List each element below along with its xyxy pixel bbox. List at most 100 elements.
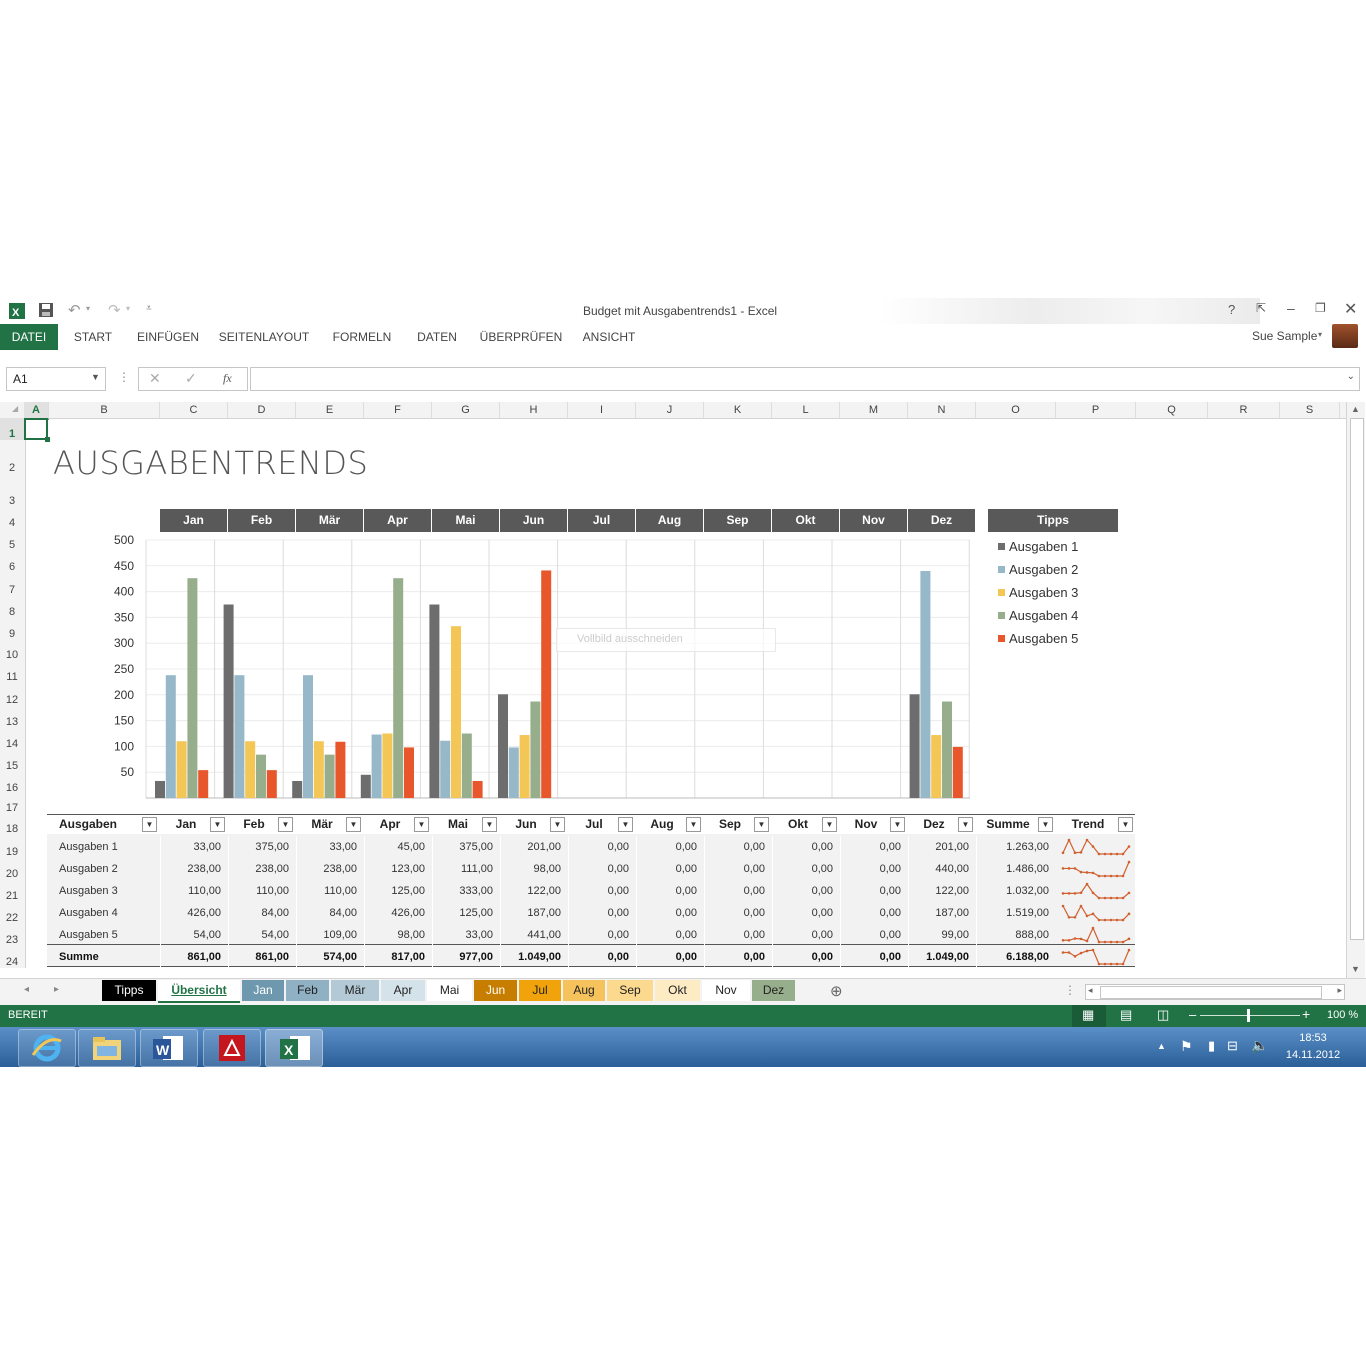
sheet-tab-9[interactable]: Aug bbox=[563, 980, 605, 1001]
row-header-1[interactable]: 1 bbox=[0, 418, 24, 440]
avatar[interactable] bbox=[1332, 324, 1358, 348]
customize-toolbar-icon[interactable]: ⩡ bbox=[146, 303, 152, 314]
table-header-12[interactable]: Dez bbox=[914, 814, 954, 834]
clock-time[interactable]: 18:53 bbox=[1285, 1032, 1341, 1044]
row-header-8[interactable]: 8 bbox=[0, 596, 24, 618]
column-header-c[interactable]: C bbox=[160, 402, 228, 418]
page-break-view-icon[interactable]: ◫ bbox=[1157, 1007, 1169, 1023]
expense-trend-chart[interactable]: 500 450 400 350 300 250 200 150 100 50 bbox=[100, 530, 980, 810]
sheet-tab-13[interactable]: Dez bbox=[752, 980, 795, 1001]
table-header-13[interactable]: Summe bbox=[982, 814, 1034, 834]
bar-ausgaben-1-mai[interactable] bbox=[429, 604, 440, 799]
table-header-8[interactable]: Aug bbox=[642, 814, 682, 834]
row-header-14[interactable]: 14 bbox=[0, 728, 24, 750]
undo-icon[interactable]: ↶ bbox=[68, 301, 81, 319]
bar-ausgaben-1-dez[interactable] bbox=[909, 694, 920, 798]
row-header-2[interactable]: 2 bbox=[0, 440, 24, 486]
filter-dropdown-button[interactable]: ▼ bbox=[210, 817, 225, 832]
filter-dropdown-button[interactable]: ▼ bbox=[822, 817, 837, 832]
row-header-20[interactable]: 20 bbox=[0, 858, 24, 880]
tab-seitenlayout[interactable]: SEITENLAYOUT bbox=[214, 324, 314, 350]
row-header-22[interactable]: 22 bbox=[0, 902, 24, 924]
tab-start[interactable]: START bbox=[64, 324, 122, 350]
table-header-10[interactable]: Okt bbox=[778, 814, 818, 834]
expand-formula-bar-icon[interactable]: ⌄ bbox=[1347, 371, 1355, 382]
taskbar-excel[interactable]: X bbox=[265, 1029, 323, 1067]
zoom-slider[interactable] bbox=[1200, 1015, 1300, 1016]
network-icon[interactable]: ⊟ bbox=[1227, 1038, 1238, 1054]
filter-dropdown-button[interactable]: ▼ bbox=[550, 817, 565, 832]
column-header-f[interactable]: F bbox=[364, 402, 432, 418]
name-box[interactable]: A1 ▼ bbox=[6, 367, 106, 391]
prev-sheet-icon[interactable]: ◂ bbox=[24, 984, 29, 995]
bar-ausgaben-1-mär[interactable] bbox=[292, 780, 303, 798]
row-header-12[interactable]: 12 bbox=[0, 684, 24, 706]
vertical-scrollbar[interactable]: ▲ ▼ bbox=[1346, 402, 1365, 978]
zoom-slider-thumb[interactable] bbox=[1247, 1009, 1250, 1022]
user-name[interactable]: Sue Sample bbox=[1252, 329, 1317, 343]
sheet-tab-12[interactable]: Nov bbox=[702, 980, 750, 1001]
tab-splitter-icon[interactable]: ⋮ bbox=[1064, 983, 1076, 997]
legend-item[interactable]: Ausgaben 4 bbox=[1009, 608, 1078, 623]
table-header-1[interactable]: Jan bbox=[166, 814, 206, 834]
column-header-l[interactable]: L bbox=[772, 402, 840, 418]
tab-einfuegen[interactable]: EINFÜGEN bbox=[130, 324, 206, 350]
bar-ausgaben-5-mai[interactable] bbox=[472, 780, 483, 798]
sheet-tab-0[interactable]: Tipps bbox=[102, 980, 156, 1001]
tipps-header[interactable]: Tipps bbox=[988, 509, 1118, 532]
row-header-19[interactable]: 19 bbox=[0, 836, 24, 858]
sheet-tab-6[interactable]: Mai bbox=[427, 980, 472, 1001]
row-header-24[interactable]: 24 bbox=[0, 946, 24, 968]
filter-dropdown-button[interactable]: ▼ bbox=[346, 817, 361, 832]
name-box-dropdown-icon[interactable]: ▼ bbox=[91, 372, 100, 382]
bar-ausgaben-2-mär[interactable] bbox=[303, 675, 313, 798]
scroll-thumb[interactable] bbox=[1350, 418, 1364, 940]
column-header-d[interactable]: D bbox=[228, 402, 296, 418]
row-header-16[interactable]: 16 bbox=[0, 772, 24, 794]
scroll-left-icon[interactable]: ◂ bbox=[1088, 985, 1093, 996]
row-header-3[interactable]: 3 bbox=[0, 486, 24, 507]
bar-ausgaben-4-dez[interactable] bbox=[942, 701, 952, 798]
filter-dropdown-button[interactable]: ▼ bbox=[278, 817, 293, 832]
formula-bar-options-icon[interactable]: ⋮ bbox=[118, 370, 130, 384]
fill-handle[interactable] bbox=[45, 437, 50, 442]
user-dropdown-icon[interactable]: ▾ bbox=[1318, 330, 1322, 339]
table-header-6[interactable]: Jun bbox=[506, 814, 546, 834]
table-header-14[interactable]: Trend bbox=[1062, 814, 1114, 834]
tab-daten[interactable]: DATEN bbox=[408, 324, 466, 350]
bar-ausgaben-1-feb[interactable] bbox=[223, 604, 234, 799]
bar-ausgaben-2-feb[interactable] bbox=[234, 675, 245, 798]
zoom-level[interactable]: 100 % bbox=[1327, 1009, 1358, 1021]
legend-item[interactable]: Ausgaben 2 bbox=[1009, 562, 1078, 577]
table-header-2[interactable]: Feb bbox=[234, 814, 274, 834]
tab-formeln[interactable]: FORMELN bbox=[324, 324, 400, 350]
taskbar-file-explorer[interactable] bbox=[78, 1029, 136, 1067]
column-header-s[interactable]: S bbox=[1280, 402, 1340, 418]
scroll-right-icon[interactable]: ▸ bbox=[1337, 985, 1342, 996]
row-header-4[interactable]: 4 bbox=[0, 506, 24, 530]
horizontal-scrollbar[interactable]: ◂ ▸ bbox=[1085, 984, 1345, 1000]
cancel-icon[interactable]: ✕ bbox=[149, 370, 161, 387]
legend-item[interactable]: Ausgaben 3 bbox=[1009, 585, 1078, 600]
redo-dropdown-icon[interactable]: ▾ bbox=[126, 304, 130, 313]
bar-ausgaben-4-jan[interactable] bbox=[187, 578, 198, 798]
bar-ausgaben-4-mai[interactable] bbox=[461, 733, 472, 799]
legend-item[interactable]: Ausgaben 1 bbox=[1009, 539, 1078, 554]
bar-ausgaben-1-jan[interactable] bbox=[155, 780, 165, 798]
table-header-7[interactable]: Jul bbox=[574, 814, 614, 834]
column-header-k[interactable]: K bbox=[704, 402, 772, 418]
bar-ausgaben-5-jan[interactable] bbox=[198, 770, 209, 798]
restore-icon[interactable]: ❐ bbox=[1315, 301, 1326, 315]
battery-icon[interactable]: ▮ bbox=[1208, 1038, 1215, 1054]
sheet-tab-2[interactable]: Jan bbox=[242, 980, 284, 1001]
sheet-tab-11[interactable]: Okt bbox=[655, 980, 700, 1001]
taskbar-internet-explorer[interactable] bbox=[18, 1029, 76, 1067]
ribbon-display-options-icon[interactable]: ⇱ bbox=[1256, 301, 1266, 315]
action-center-flag-icon[interactable]: ⚑ bbox=[1180, 1038, 1193, 1055]
select-all-icon[interactable]: ◢ bbox=[12, 404, 18, 413]
filter-dropdown-button[interactable]: ▼ bbox=[1038, 817, 1053, 832]
next-sheet-icon[interactable]: ▸ bbox=[54, 984, 59, 995]
bar-ausgaben-2-jan[interactable] bbox=[165, 675, 176, 798]
horizontal-scroll-thumb[interactable] bbox=[1100, 986, 1322, 999]
bar-ausgaben-4-feb[interactable] bbox=[256, 754, 266, 798]
